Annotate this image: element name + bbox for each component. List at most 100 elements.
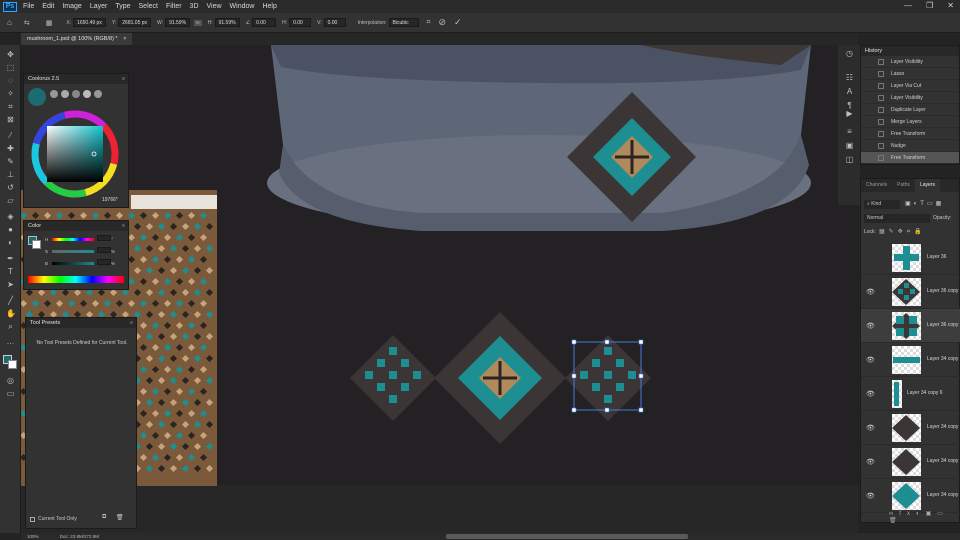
layer-row[interactable]: 👁 Layer 34 copy: [861, 479, 960, 513]
history-item[interactable]: Layer Visibility: [861, 56, 959, 68]
mode-icon-1[interactable]: [50, 90, 58, 98]
document-tab-close[interactable]: ×: [123, 36, 126, 42]
layer-filter-kind[interactable]: ⌕ Kind: [864, 200, 900, 209]
check-icon[interactable]: ✓: [454, 17, 462, 28]
libraries-panel-icon[interactable]: ▣: [845, 141, 854, 150]
home-icon[interactable]: ⌂: [7, 18, 12, 27]
history-item[interactable]: Layer Visibility: [861, 92, 959, 104]
tab-channels[interactable]: Channels: [861, 179, 892, 192]
adjustments-panel-icon[interactable]: ☷: [845, 73, 854, 82]
menu-window[interactable]: Window: [230, 3, 255, 10]
properties-panel-icon[interactable]: ≡: [845, 127, 854, 136]
layers-footer-icons[interactable]: ∞fx◐▣▭🗑: [889, 510, 959, 524]
history-item[interactable]: Lasso: [861, 68, 959, 80]
tab-paths[interactable]: Paths: [892, 179, 915, 192]
eye-icon[interactable]: 👁: [866, 424, 875, 432]
minimize-button[interactable]: —: [904, 1, 912, 10]
layer-row[interactable]: 👁 Layer 34 copy 6: [861, 377, 960, 411]
brush-tool-icon[interactable]: ✎: [6, 157, 15, 166]
blend-mode-select[interactable]: Normal: [864, 214, 930, 223]
brightness-value[interactable]: [97, 259, 112, 265]
paint-bucket-tool-icon[interactable]: ◈: [6, 212, 15, 221]
delete-preset-icon[interactable]: 🗑: [116, 514, 124, 521]
current-tool-only-checkbox[interactable]: [30, 516, 35, 522]
document-tab[interactable]: mushroom_1.psd @ 100% (RGB/8) * ×: [21, 33, 133, 45]
blur-tool-icon[interactable]: ●: [6, 225, 15, 234]
hue-value[interactable]: [97, 235, 112, 241]
hand-tool-icon[interactable]: ✋: [6, 309, 16, 318]
color-panel-bg-swatch[interactable]: [32, 240, 41, 249]
edit-toolbar-icon[interactable]: …: [6, 337, 15, 346]
link-icon[interactable]: ∞: [194, 19, 202, 26]
swatches-panel-icon[interactable]: ◫: [845, 155, 854, 164]
color-spectrum-ramp[interactable]: [28, 276, 124, 283]
menu-layer[interactable]: Layer: [90, 3, 108, 10]
menu-edit[interactable]: Edit: [42, 3, 54, 10]
layer-row[interactable]: 👁 Layer 34 copy: [861, 445, 960, 479]
eye-icon[interactable]: 👁: [866, 458, 875, 466]
x-input[interactable]: 1650.49 px: [73, 18, 106, 27]
horizontal-scrollbar[interactable]: [446, 534, 688, 539]
marquee-tool-icon[interactable]: ⬚: [6, 63, 15, 72]
eye-icon[interactable]: 👁: [866, 492, 875, 500]
panel-menu-icon[interactable]: ≡: [122, 74, 125, 84]
close-button[interactable]: ✕: [947, 1, 954, 10]
menu-select[interactable]: Select: [139, 3, 158, 10]
layer-row[interactable]: 👁 Layer 36 copy: [861, 275, 960, 309]
restore-button[interactable]: ❐: [926, 1, 933, 10]
quick-mask-icon[interactable]: ◎: [6, 376, 15, 385]
panel-menu-icon[interactable]: ≡: [130, 318, 133, 328]
magic-wand-tool-icon[interactable]: ✧: [6, 89, 15, 98]
history-item[interactable]: Free Transform: [861, 128, 959, 140]
layer-row[interactable]: 👁 Layer 34 copy: [861, 411, 960, 445]
lock-icons[interactable]: ▦✎✥⌗🔒: [879, 228, 926, 236]
mode-icon-5[interactable]: [94, 90, 102, 98]
history-brush-tool-icon[interactable]: ↺: [6, 183, 15, 192]
menu-filter[interactable]: Filter: [166, 3, 182, 10]
history-item[interactable]: Duplicate Layer: [861, 104, 959, 116]
path-selection-tool-icon[interactable]: ➤: [6, 280, 15, 289]
layer-row[interactable]: Layer 36: [861, 241, 960, 275]
new-preset-icon[interactable]: ⧉: [102, 514, 106, 521]
brightness-slider[interactable]: [52, 262, 95, 265]
menu-3d[interactable]: 3D: [190, 3, 199, 10]
eraser-tool-icon[interactable]: ▱: [6, 196, 15, 205]
layer-row-selected[interactable]: 👁 Layer 36 copy: [861, 309, 960, 343]
saturation-slider[interactable]: [52, 250, 95, 253]
layer-row[interactable]: 👁 Layer 34 copy: [861, 343, 960, 377]
character-panel-icon[interactable]: A: [845, 87, 854, 96]
history-item[interactable]: Merge Layers: [861, 116, 959, 128]
color-wheel[interactable]: [28, 110, 126, 198]
reference-point-icon[interactable]: ▦: [46, 19, 53, 27]
play-actions-icon[interactable]: ▶: [845, 109, 854, 118]
panel-menu-icon[interactable]: ≡: [122, 221, 125, 231]
healing-tool-icon[interactable]: ✚: [6, 144, 15, 153]
cancel-icon[interactable]: ⊘: [438, 17, 446, 28]
y-input[interactable]: 2681.05 px: [118, 18, 152, 27]
type-tool-icon[interactable]: T: [6, 267, 15, 276]
mode-icon-3[interactable]: [72, 90, 80, 98]
vskew-input[interactable]: 0.00: [323, 18, 346, 27]
zoom-level[interactable]: 100%: [27, 534, 39, 539]
visibility-off-icon[interactable]: [866, 254, 874, 262]
clone-stamp-tool-icon[interactable]: ⊥: [6, 170, 15, 179]
document-canvas[interactable]: [21, 45, 858, 533]
hskew-input[interactable]: 0.00: [289, 18, 312, 27]
dodge-tool-icon[interactable]: ◐: [6, 238, 15, 247]
history-panel-icon[interactable]: ◷: [845, 49, 854, 58]
saturation-value[interactable]: [97, 247, 112, 253]
screen-mode-icon[interactable]: ▭: [6, 389, 15, 398]
crop-tool-icon[interactable]: ⌗: [6, 102, 15, 111]
frame-tool-icon[interactable]: ⊠: [6, 115, 15, 124]
move-tool-icon[interactable]: ✥: [6, 50, 15, 59]
hue-slider[interactable]: [52, 238, 95, 241]
h-input[interactable]: 91.59%: [214, 18, 240, 27]
history-item-selected[interactable]: Free Transform: [861, 152, 959, 164]
angle-input[interactable]: 0.00: [252, 18, 277, 27]
menu-help[interactable]: Help: [262, 3, 276, 10]
eye-icon[interactable]: 👁: [866, 356, 875, 364]
tab-layers[interactable]: Layers: [914, 179, 940, 192]
zoom-tool-icon[interactable]: ⌕: [6, 322, 15, 331]
mode-icon-4[interactable]: [83, 90, 91, 98]
interpolation-select[interactable]: Bicubic: [388, 18, 419, 27]
